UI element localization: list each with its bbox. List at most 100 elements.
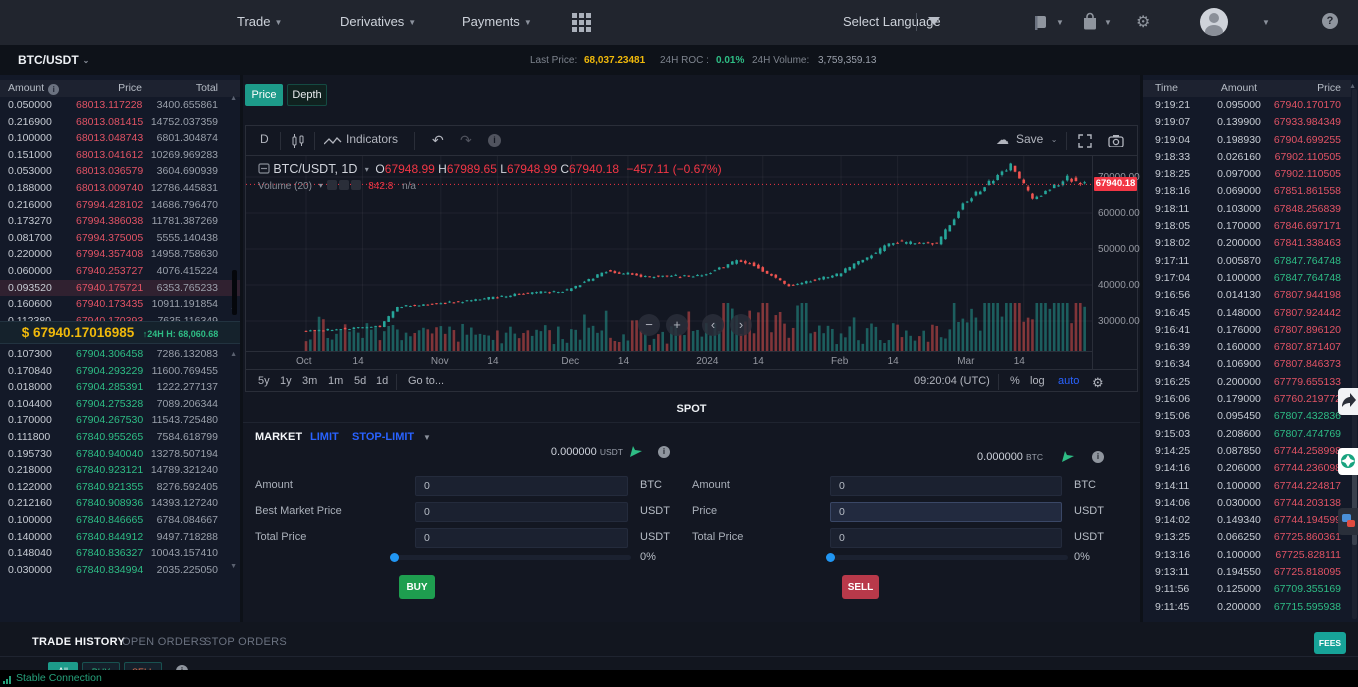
ask-row[interactable]: 0.216900 68013.081415 14752.037359 (0, 114, 240, 131)
camera-icon[interactable] (1108, 134, 1124, 147)
bid-row[interactable]: 0.140000 67840.844912 9497.718288 (0, 529, 240, 546)
trade-row[interactable]: 9:17:11 0.005870 67847.764748 (1143, 253, 1351, 270)
bid-row[interactable]: 0.030000 67840.834994 2035.225050 (0, 562, 240, 579)
trade-row[interactable]: 9:11:56 0.125000 67709.355169 (1143, 581, 1351, 598)
trade-row[interactable]: 9:18:33 0.026160 67902.110505 (1143, 149, 1351, 166)
wallet-bag-icon[interactable] (1082, 12, 1098, 30)
volume-legend[interactable]: Volume (20) ▾ 842.8 n/a (258, 180, 416, 192)
sell-amount-input[interactable] (830, 476, 1062, 496)
scroll-right-button[interactable]: › (730, 314, 752, 336)
nav-derivatives[interactable]: Derivatives▼ (340, 14, 416, 29)
sell-price-input[interactable] (830, 502, 1062, 522)
ask-row[interactable]: 0.188000 68013.009740 12786.445831 (0, 180, 240, 197)
tab-price[interactable]: Price (245, 84, 283, 106)
indicators-button[interactable]: Indicators (346, 132, 398, 146)
trade-row[interactable]: 9:18:05 0.170000 67846.697171 (1143, 218, 1351, 235)
tab-depth[interactable]: Depth (287, 84, 327, 106)
buy-button[interactable]: BUY (399, 575, 435, 599)
orders-book-icon[interactable] (1032, 14, 1050, 30)
trade-row[interactable]: 9:16:34 0.106900 67807.846373 (1143, 356, 1351, 373)
ask-row[interactable]: 0.220000 67994.357408 14958.758630 (0, 246, 240, 263)
ask-row[interactable]: 0.081700 67994.375005 5555.140438 (0, 230, 240, 247)
save-button[interactable]: Save ⌄ (1016, 132, 1057, 146)
settings-icon[interactable] (339, 180, 349, 190)
trade-row[interactable]: 9:13:25 0.066250 67725.860361 (1143, 529, 1351, 546)
trade-row[interactable]: 9:16:56 0.014130 67807.944198 (1143, 287, 1351, 304)
scroll-up-icon[interactable]: ▲ (230, 95, 237, 102)
order-type-caret-icon[interactable]: ▼ (423, 433, 431, 442)
auto-scale-button[interactable]: auto (1058, 375, 1079, 387)
zoom-out-button[interactable]: − (638, 314, 660, 336)
range-5d[interactable]: 5d (354, 375, 366, 387)
tab-trade-history[interactable]: TRADE HISTORY (32, 636, 125, 648)
chart-legend[interactable]: BTC/USDT, 1D ▾ O67948.99 H67989.65 L6794… (258, 162, 722, 176)
scroll-up-icon[interactable]: ▲ (230, 351, 237, 358)
trade-row[interactable]: 9:19:21 0.095000 67940.170170 (1143, 97, 1351, 114)
sell-amount-slider[interactable] (827, 555, 1068, 560)
buy-amount-slider[interactable] (391, 555, 631, 560)
trade-row[interactable]: 9:14:16 0.206000 67744.236098 (1143, 460, 1351, 477)
visibility-icon[interactable] (327, 180, 337, 190)
info-icon[interactable]: i (658, 446, 670, 458)
percent-scale-button[interactable]: % (1010, 375, 1020, 387)
tab-market[interactable]: MARKET (255, 431, 302, 443)
range-1d[interactable]: 1d (376, 375, 388, 387)
tab-open-orders[interactable]: OPEN ORDERS (122, 636, 207, 648)
close-icon[interactable] (351, 180, 361, 190)
bid-row[interactable]: 0.148040 67840.836327 10043.157410 (0, 545, 240, 562)
buy-amount-input[interactable] (415, 476, 628, 496)
trade-row[interactable]: 9:14:25 0.087850 67744.258998 (1143, 443, 1351, 460)
trade-row[interactable]: 9:16:39 0.160000 67807.871407 (1143, 339, 1351, 356)
extension-chat-button[interactable] (1338, 508, 1358, 535)
apps-grid-icon[interactable] (572, 13, 594, 32)
ask-row[interactable]: 0.053000 68013.036579 3604.690939 (0, 163, 240, 180)
ask-row[interactable]: 0.060000 67940.253727 4076.415224 (0, 263, 240, 280)
redo-icon[interactable]: ↷ (460, 132, 472, 149)
trade-row[interactable]: 9:15:06 0.095450 67807.432836 (1143, 408, 1351, 425)
trade-row[interactable]: 9:16:45 0.148000 67807.924442 (1143, 305, 1351, 322)
tab-limit[interactable]: LIMIT (310, 431, 339, 443)
time-axis[interactable]: Oct14Nov14Dec14202414Feb14Mar14 (246, 351, 1092, 369)
zoom-in-button[interactable]: + (666, 314, 688, 336)
bid-row[interactable]: 0.107300 67904.306458 7286.132083 (0, 346, 240, 363)
language-dropdown-icon[interactable] (928, 17, 940, 25)
fees-button[interactable]: FEES (1314, 632, 1346, 654)
interval-button[interactable]: D (260, 132, 269, 146)
tab-stop-limit[interactable]: STOP-LIMIT (352, 431, 414, 443)
ask-row[interactable]: 0.093520 67940.175721 6353.765233 (0, 280, 240, 297)
ask-row[interactable]: 0.216000 67994.428102 14686.796470 (0, 197, 240, 214)
ask-row[interactable]: 0.100000 68013.048743 6801.304874 (0, 130, 240, 147)
extension-assistant-button[interactable] (1338, 448, 1358, 475)
avatar[interactable] (1200, 8, 1228, 36)
bid-row[interactable]: 0.170840 67904.293229 11600.769455 (0, 363, 240, 380)
ask-row[interactable]: 0.173270 67994.386038 11781.387269 (0, 213, 240, 230)
select-language[interactable]: Select Language (843, 14, 941, 29)
max-balance-icon[interactable] (1061, 451, 1075, 463)
trade-row[interactable]: 9:13:16 0.100000 67725.828111 (1143, 547, 1351, 564)
last-price-bar[interactable]: $ 67940.17016985 ↑24H H: 68,060.68 (0, 321, 240, 344)
trade-row[interactable]: 9:18:02 0.200000 67841.338463 (1143, 235, 1351, 252)
extension-share-button[interactable] (1338, 388, 1358, 415)
trade-row[interactable]: 9:18:11 0.103000 67848.256839 (1143, 201, 1351, 218)
trade-row[interactable]: 9:16:06 0.179000 67760.219772 (1143, 391, 1351, 408)
bid-row[interactable]: 0.111800 67840.955265 7584.618799 (0, 429, 240, 446)
info-icon[interactable]: i (48, 84, 59, 95)
nav-payments[interactable]: Payments▼ (462, 14, 532, 29)
trade-row[interactable]: 9:18:25 0.097000 67902.110505 (1143, 166, 1351, 183)
sell-button[interactable]: SELL (842, 575, 879, 599)
help-icon[interactable]: ? (1322, 13, 1338, 29)
buy-total-input[interactable] (415, 528, 628, 548)
bid-row[interactable]: 0.218000 67840.923121 14789.321240 (0, 462, 240, 479)
tab-stop-orders[interactable]: STOP ORDERS (204, 636, 287, 648)
account-caret-icon[interactable]: ▼ (1262, 18, 1270, 27)
nav-trade[interactable]: Trade▼ (237, 14, 282, 29)
scrollbar-thumb[interactable] (232, 270, 237, 315)
ask-row[interactable]: 0.151000 68013.041612 10269.969283 (0, 147, 240, 164)
bid-row[interactable]: 0.018000 67904.285391 1222.277137 (0, 379, 240, 396)
axis-settings-gear-icon[interactable]: ⚙ (1092, 375, 1104, 391)
range-1y[interactable]: 1y (280, 375, 292, 387)
settings-gear-icon[interactable]: ⚙ (1136, 12, 1150, 32)
log-scale-button[interactable]: log (1030, 375, 1045, 387)
trade-row[interactable]: 9:11:45 0.200000 67715.595938 (1143, 599, 1351, 616)
trade-row[interactable]: 9:16:25 0.200000 67779.655133 (1143, 374, 1351, 391)
